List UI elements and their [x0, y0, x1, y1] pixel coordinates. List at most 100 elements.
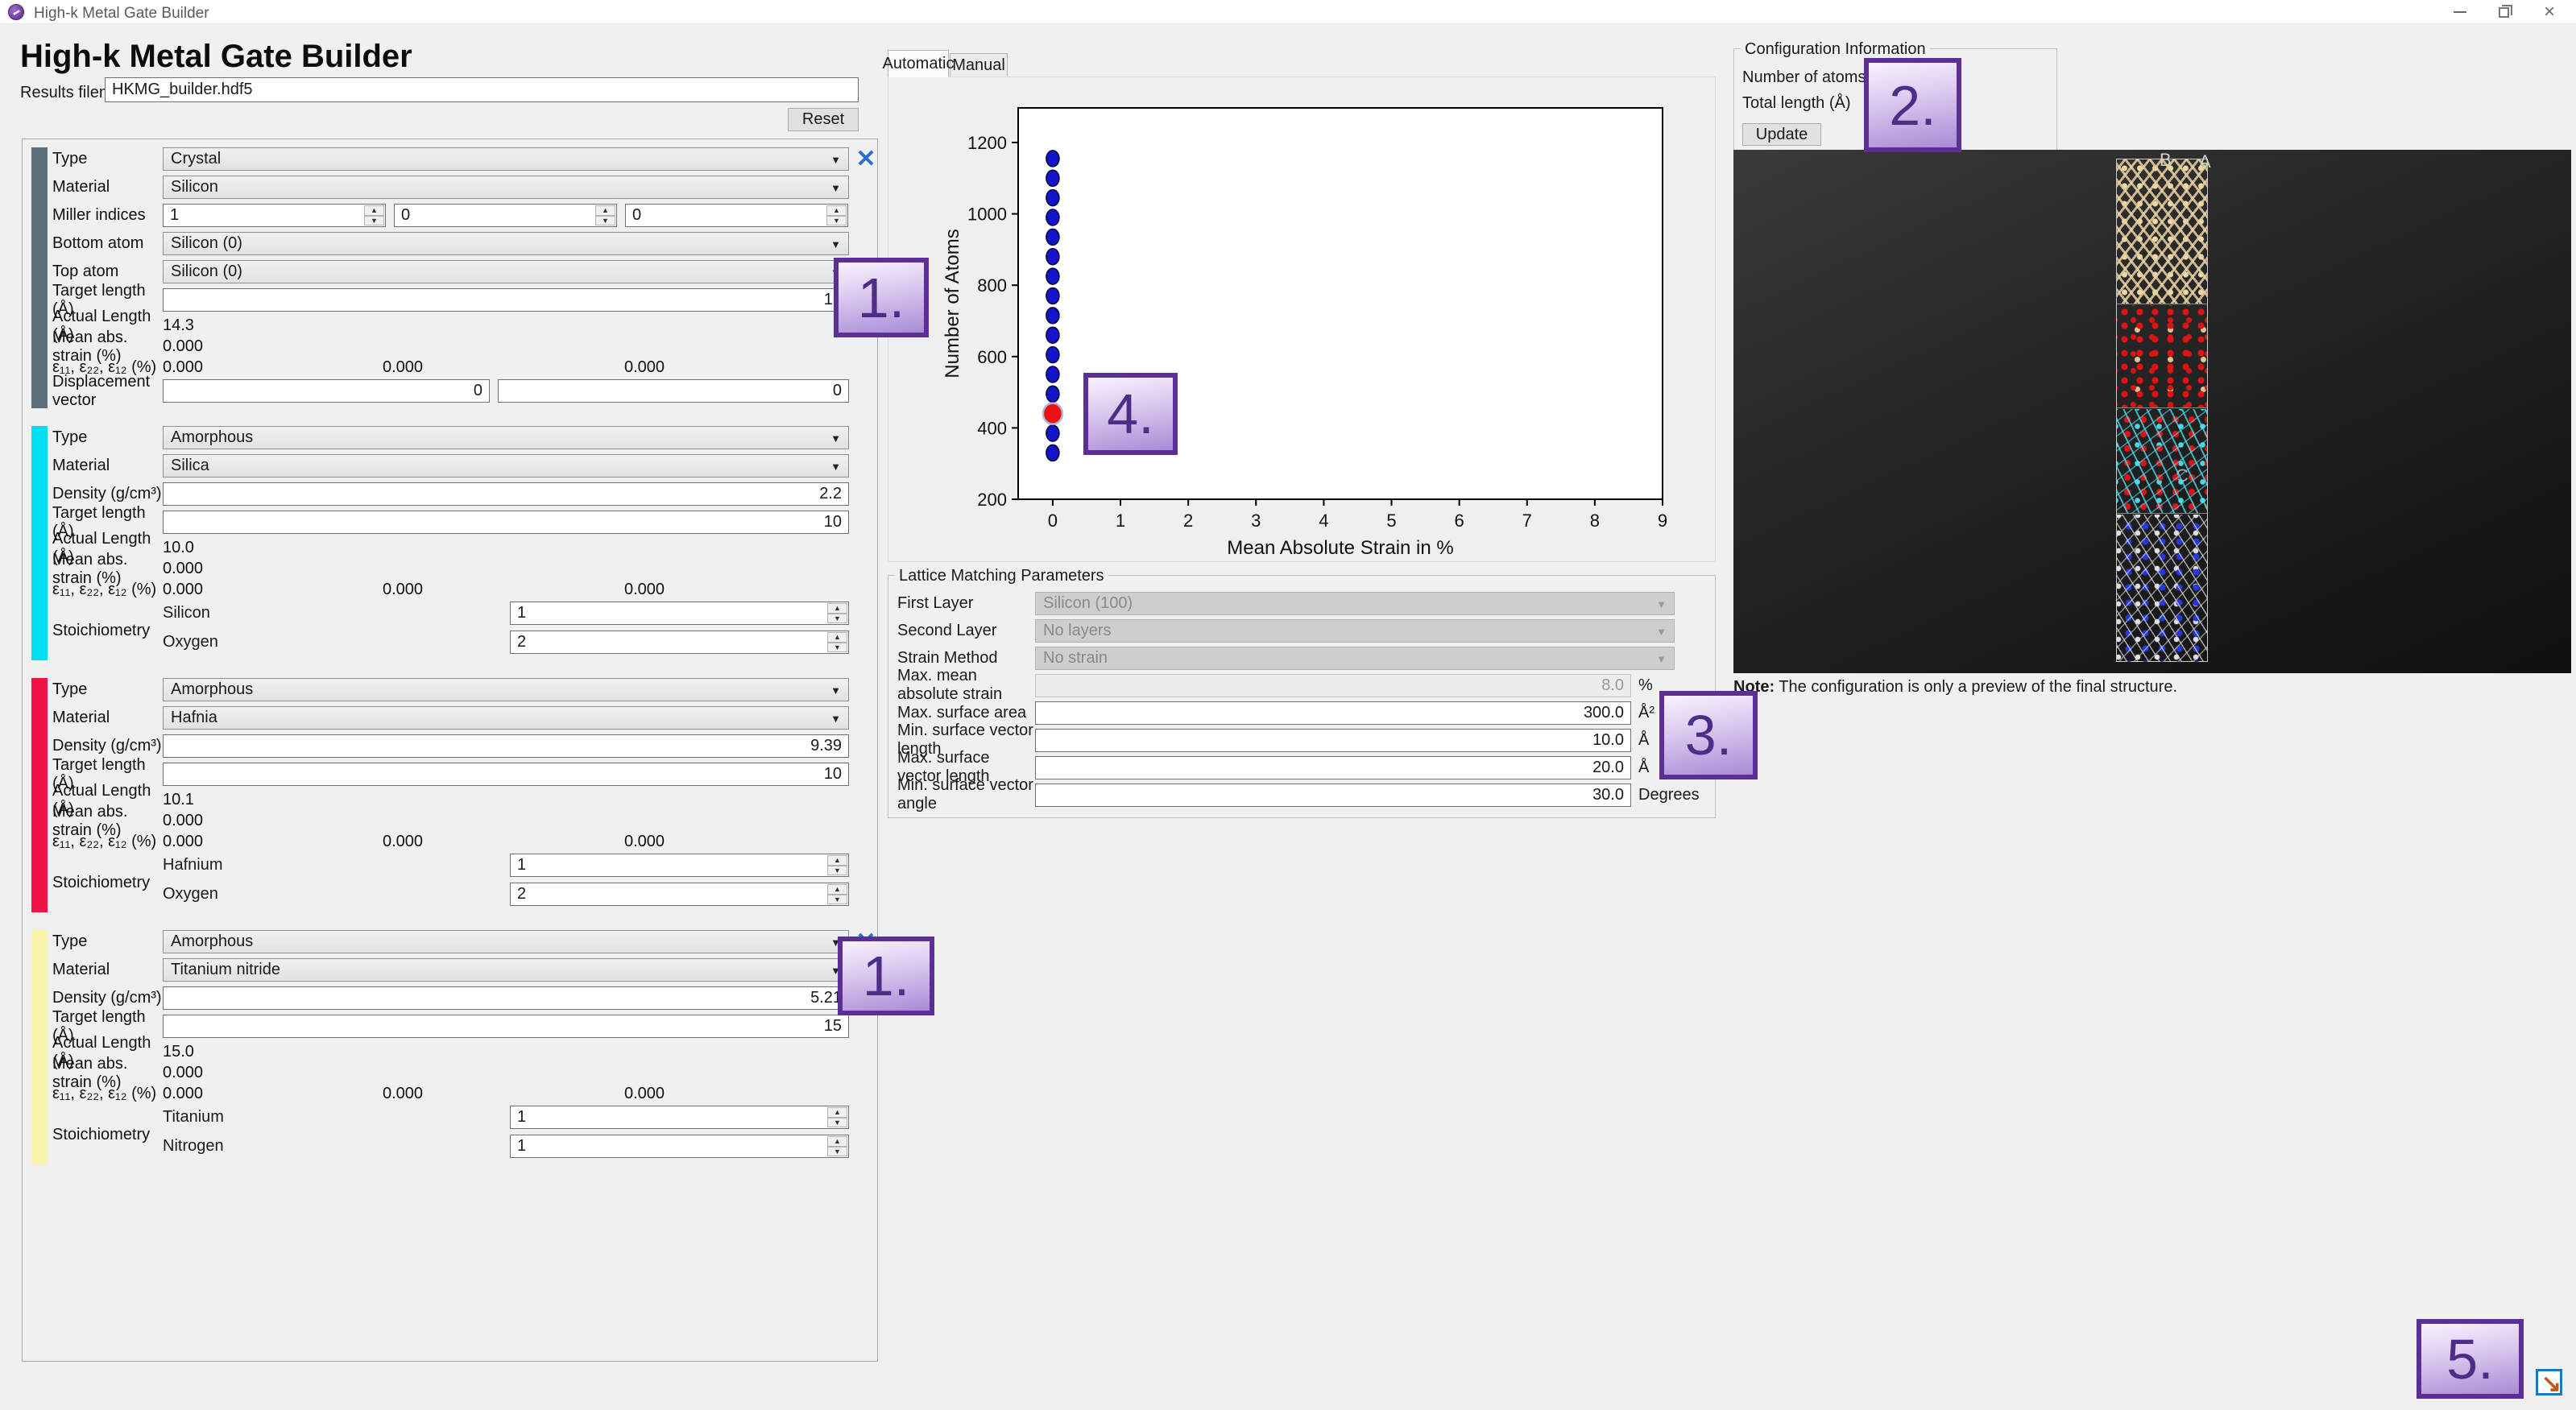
type-select[interactable]: Amorphous▼	[163, 678, 849, 701]
stoichiometry-silicon-spinner[interactable]: 1▲▼	[510, 602, 849, 625]
spin-down-icon[interactable]: ▼	[827, 866, 847, 876]
update-button[interactable]: Update	[1742, 123, 1821, 146]
stoichiometry-titanium-spinner[interactable]: 1▲▼	[510, 1106, 849, 1129]
svg-text:1200: 1200	[967, 133, 1007, 153]
type-select[interactable]: Amorphous▼	[163, 426, 849, 449]
unit-label: Å²	[1638, 704, 1655, 722]
spin-up-icon[interactable]: ▲	[595, 205, 615, 216]
chevron-down-icon: ▼	[830, 182, 841, 194]
selected-match-point[interactable]	[1043, 403, 1062, 424]
match-point[interactable]	[1046, 151, 1059, 167]
field-row: Target length (Å)15	[52, 288, 877, 312]
spin-up-icon[interactable]: ▲	[827, 603, 847, 614]
svg-text:800: 800	[977, 275, 1007, 296]
target-length-input[interactable]: 10	[163, 511, 849, 534]
field-label: Type	[52, 680, 163, 699]
spin-up-icon[interactable]: ▲	[364, 205, 384, 216]
min-surface-vector-length-input[interactable]: 10.0	[1035, 729, 1631, 752]
miller-indices-1[interactable]: 0▲▼	[394, 204, 617, 227]
material-select[interactable]: Silica▼	[163, 454, 849, 478]
material-select[interactable]: Silicon▼	[163, 176, 849, 199]
spin-down-icon[interactable]: ▼	[827, 643, 847, 653]
target-length-input[interactable]: 15	[163, 1015, 849, 1038]
field-row: MaterialTitanium nitride▼	[52, 958, 877, 982]
results-filename-input[interactable]: HKMG_builder.hdf5	[105, 77, 859, 102]
match-point[interactable]	[1046, 229, 1059, 245]
miller-indices-0[interactable]: 1▲▼	[163, 204, 386, 227]
field-label: Strain Method	[897, 649, 1035, 668]
tab-manual[interactable]: Manual	[950, 53, 1008, 77]
maximize-button[interactable]	[2480, 0, 2527, 24]
silica-layer-preview	[2117, 305, 2207, 408]
match-point[interactable]	[1046, 170, 1059, 186]
min-surface-vector-angle-input[interactable]: 30.0	[1035, 784, 1631, 807]
density-input[interactable]: 5.21	[163, 986, 849, 1010]
svg-text:4: 4	[1319, 511, 1328, 531]
spin-up-icon[interactable]: ▲	[826, 205, 847, 216]
spin-down-icon[interactable]: ▼	[826, 216, 847, 226]
match-point[interactable]	[1046, 209, 1059, 225]
match-point[interactable]	[1046, 366, 1059, 382]
match-point[interactable]	[1046, 308, 1059, 324]
match-point[interactable]	[1046, 287, 1059, 304]
target-length-input[interactable]: 15	[163, 288, 849, 312]
lattice-row: Max. surface vector length20.0Å	[897, 756, 1715, 779]
max-surface-vector-length-input[interactable]: 20.0	[1035, 756, 1631, 779]
type-select[interactable]: Crystal▼	[163, 147, 849, 171]
material-select[interactable]: Titanium nitride▼	[163, 958, 849, 982]
match-point[interactable]	[1046, 347, 1059, 363]
spin-up-icon[interactable]: ▲	[827, 632, 847, 643]
hafnia-layer-preview	[2117, 409, 2207, 514]
stoichiometry-block: StoichiometryHafnium1▲▼Oxygen2▲▼	[52, 854, 877, 912]
remove-layer-icon[interactable]: ✕	[855, 147, 877, 170]
spin-down-icon[interactable]: ▼	[827, 1118, 847, 1128]
match-point[interactable]	[1046, 190, 1059, 206]
stoichiometry-oxygen-spinner[interactable]: 2▲▼	[510, 883, 849, 906]
match-point[interactable]	[1046, 268, 1059, 284]
spin-down-icon[interactable]: ▼	[364, 216, 384, 226]
match-point[interactable]	[1046, 249, 1059, 265]
chevron-down-icon: ▼	[830, 461, 841, 473]
spin-down-icon[interactable]: ▼	[827, 1147, 847, 1157]
match-point[interactable]	[1046, 445, 1059, 461]
spin-up-icon[interactable]: ▲	[827, 1136, 847, 1147]
close-button[interactable]: ×	[2526, 0, 2573, 24]
spin-down-icon[interactable]: ▼	[827, 895, 847, 905]
reset-button[interactable]: Reset	[788, 108, 859, 131]
displacement-vector-0[interactable]: 0	[163, 379, 490, 403]
unit-label: %	[1638, 676, 1653, 695]
field-label: Density (g/cm³)	[52, 485, 163, 503]
spin-down-icon[interactable]: ▼	[595, 216, 615, 226]
displacement-vector-1[interactable]: 0	[498, 379, 849, 403]
stoichiometry-oxygen-spinner[interactable]: 2▲▼	[510, 631, 849, 654]
material-select[interactable]: Hafnia▼	[163, 706, 849, 730]
match-point[interactable]	[1046, 327, 1059, 343]
max-surface-area-input[interactable]: 300.0	[1035, 701, 1631, 725]
density-input[interactable]: 9.39	[163, 734, 849, 758]
second-layer-select: No layers▼	[1035, 619, 1675, 643]
bottom-atom-select[interactable]: Silicon (0)▼	[163, 232, 849, 255]
lattice-row: Min. surface vector length10.0Å	[897, 729, 1715, 751]
spin-up-icon[interactable]: ▲	[827, 884, 847, 895]
total-length-label: Total length (Å)	[1742, 94, 1879, 113]
target-length-input[interactable]: 10	[163, 763, 849, 786]
minimize-button[interactable]	[2437, 0, 2483, 24]
field-label: Displacement vector	[52, 373, 163, 410]
density-input[interactable]: 2.2	[163, 482, 849, 506]
miller-indices-2[interactable]: 0▲▼	[625, 204, 848, 227]
structure-preview[interactable]: B A C	[1733, 150, 2571, 673]
match-point[interactable]	[1046, 425, 1059, 441]
svg-text:0: 0	[1048, 511, 1058, 531]
tab-automatic[interactable]: Automatic	[888, 50, 949, 77]
type-select[interactable]: Amorphous▼	[163, 930, 849, 953]
spin-up-icon[interactable]: ▲	[827, 1107, 847, 1118]
field-row: Mean abs. strain (%)0.000	[52, 337, 877, 356]
top-atom-select[interactable]: Silicon (0)▼	[163, 260, 849, 283]
strain-vs-atoms-scatter-plot[interactable]: 012345678920040060080010001200Mean Absol…	[926, 89, 1716, 556]
stoichiometry-nitrogen-spinner[interactable]: 1▲▼	[510, 1135, 849, 1158]
chevron-down-icon: ▼	[1656, 598, 1667, 610]
match-point[interactable]	[1046, 386, 1059, 402]
spin-up-icon[interactable]: ▲	[827, 855, 847, 866]
stoichiometry-hafnium-spinner[interactable]: 1▲▼	[510, 854, 849, 877]
spin-down-icon[interactable]: ▼	[827, 614, 847, 624]
